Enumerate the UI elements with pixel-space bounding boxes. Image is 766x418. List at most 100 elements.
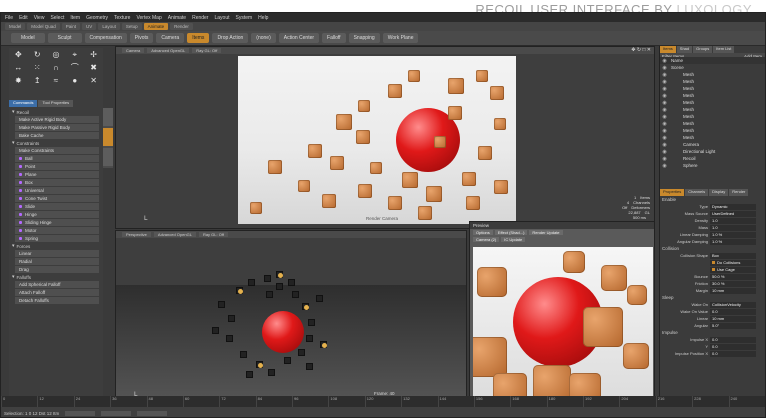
tree-item[interactable]: ◉ Mesh bbox=[660, 113, 765, 120]
drop-action-select[interactable]: (none) bbox=[251, 33, 276, 43]
prop-value-field[interactable]: 1.0 % bbox=[710, 231, 756, 238]
status-field-3[interactable] bbox=[137, 410, 168, 416]
viewport-raygl-tab[interactable]: Ray GL: Off bbox=[192, 48, 222, 53]
camera-toggle[interactable]: Camera bbox=[156, 33, 185, 43]
right-tab-items[interactable]: Items bbox=[660, 46, 676, 53]
tree-item[interactable]: ◉ Mesh bbox=[660, 85, 765, 92]
move-icon[interactable]: ✥ bbox=[11, 50, 25, 59]
status-field-2[interactable] bbox=[101, 410, 132, 416]
visibility-eye-icon[interactable]: ◉ bbox=[660, 135, 669, 141]
tree-item[interactable]: ◉ Directional Light bbox=[660, 148, 765, 155]
right-tab-item-list[interactable]: Item List bbox=[713, 46, 735, 53]
prop-value-field[interactable]: 0.0 bbox=[710, 350, 756, 357]
tab-tool-properties[interactable]: Tool Properties bbox=[38, 100, 74, 107]
viewport-shading-tab[interactable]: Advanced OpenGL bbox=[147, 48, 190, 53]
prop-value-field[interactable]: Box bbox=[710, 252, 756, 259]
prop-section-enable[interactable]: Enable bbox=[660, 196, 765, 203]
prop-section-collision[interactable]: Collision bbox=[660, 245, 765, 252]
layout-tab-render[interactable]: Render bbox=[170, 23, 193, 30]
right-tab-groups[interactable]: Groups bbox=[693, 46, 713, 53]
prop-tab-properties[interactable]: Properties bbox=[660, 189, 685, 196]
layout-tab-model-quad[interactable]: Model Quad bbox=[27, 23, 60, 30]
vertical-tab-2[interactable] bbox=[103, 128, 113, 146]
prop-value-field[interactable]: 1.0 bbox=[710, 217, 756, 224]
tab-commands[interactable]: Commands bbox=[9, 100, 38, 107]
preview-render-update-button[interactable]: Render Update bbox=[529, 230, 563, 235]
sculpt-button[interactable]: Sculpt bbox=[47, 33, 82, 43]
layout-tab-paint[interactable]: Paint bbox=[61, 23, 81, 30]
command-radial[interactable]: Radial bbox=[15, 258, 99, 265]
menu-help[interactable]: Help bbox=[258, 15, 268, 21]
menu-edit[interactable]: Edit bbox=[19, 15, 28, 21]
preview-camera-select[interactable]: Camera (2) bbox=[473, 237, 500, 242]
prop-value-field[interactable]: 1.0 % bbox=[710, 238, 756, 245]
menu-item[interactable]: Item bbox=[70, 15, 80, 21]
element-move-icon[interactable]: ✢ bbox=[87, 50, 101, 59]
status-field-1[interactable] bbox=[65, 410, 96, 416]
section-forces[interactable]: Forces bbox=[9, 243, 103, 249]
action-center-button[interactable]: Action Center bbox=[278, 33, 320, 43]
prop-value-field[interactable]: 0.0 bbox=[710, 336, 756, 343]
visibility-eye-icon[interactable]: ◉ bbox=[660, 128, 669, 134]
command-hinge[interactable]: Hinge bbox=[15, 211, 99, 218]
prop-value-field[interactable]: 1.0 bbox=[710, 224, 756, 231]
items-mode-button[interactable]: Items bbox=[187, 33, 210, 43]
section-constraints[interactable]: Constraints bbox=[9, 140, 103, 146]
prop-value-field[interactable]: Dynamic bbox=[710, 203, 756, 210]
scale-icon[interactable]: ◎ bbox=[49, 50, 63, 59]
command-make-passive-rigid-body[interactable]: Make Passive Rigid Body bbox=[15, 124, 99, 131]
visibility-eye-icon[interactable]: ◉ bbox=[660, 93, 669, 99]
menu-view[interactable]: View bbox=[34, 15, 45, 21]
layout-tab-animate[interactable]: Animate bbox=[143, 23, 169, 30]
tree-item[interactable]: ◉ Mesh bbox=[660, 120, 765, 127]
menu-geometry[interactable]: Geometry bbox=[86, 15, 108, 21]
menu-texture[interactable]: Texture bbox=[114, 15, 130, 21]
magnet-icon[interactable]: ∩ bbox=[49, 63, 63, 72]
prop-value-field[interactable]: 5.0° bbox=[710, 322, 756, 329]
jitter-icon[interactable]: ⁙ bbox=[30, 63, 44, 72]
perspective-viewport[interactable]: Perspective Advanced OpenGL Ray GL: Off … bbox=[115, 230, 467, 406]
layout-tab-layout[interactable]: Layout bbox=[98, 23, 120, 30]
prop-value-field[interactable]: CollisionVelocity bbox=[710, 301, 756, 308]
prop-value-field[interactable]: 30.0 % bbox=[710, 280, 756, 287]
visibility-eye-icon[interactable]: ◉ bbox=[660, 163, 669, 169]
tree-item[interactable]: ◉ Mesh bbox=[660, 78, 765, 85]
command-make-active-rigid-body[interactable]: Make Active Rigid Body bbox=[15, 116, 99, 123]
visibility-eye-icon[interactable]: ◉ bbox=[660, 142, 669, 148]
command-sliding-hinge[interactable]: Sliding Hinge bbox=[15, 219, 99, 226]
twist-icon[interactable]: ✖ bbox=[87, 63, 101, 72]
push-icon[interactable]: ↥ bbox=[30, 76, 44, 85]
command-add-spherical-falloff[interactable]: Add Spherical Falloff bbox=[15, 281, 99, 288]
prop-value-field[interactable]: 0.0 bbox=[710, 343, 756, 350]
command-motor[interactable]: Motor bbox=[15, 227, 99, 234]
prop-value-field[interactable]: 50.0 % bbox=[710, 273, 756, 280]
tree-item[interactable]: ◉ Mesh bbox=[660, 106, 765, 113]
viewport-camera-tab[interactable]: Camera bbox=[122, 48, 145, 53]
tree-item[interactable]: ◉ Scene bbox=[660, 64, 765, 71]
tree-item[interactable]: ◉ Camera bbox=[660, 141, 765, 148]
prop-value-field[interactable]: Do Collisions bbox=[710, 259, 756, 266]
prop-tab-channels[interactable]: Channels bbox=[685, 189, 709, 196]
sphere-icon[interactable]: ● bbox=[68, 76, 82, 85]
vertical-tab-1[interactable] bbox=[103, 108, 113, 126]
layout-tab-setup[interactable]: Setup bbox=[121, 23, 142, 30]
smooth-icon[interactable]: ≈ bbox=[49, 76, 63, 85]
menu-layout[interactable]: Layout bbox=[214, 15, 229, 21]
model-button[interactable]: Model bbox=[11, 33, 45, 43]
vortex-icon[interactable]: ✸ bbox=[11, 76, 25, 85]
tree-item[interactable]: ◉ Mesh bbox=[660, 127, 765, 134]
command-linear[interactable]: Linear bbox=[15, 250, 99, 257]
vertical-tab-3[interactable] bbox=[103, 148, 113, 166]
prop-tab-display[interactable]: Display bbox=[709, 189, 729, 196]
menu-file[interactable]: File bbox=[5, 15, 13, 21]
camera-viewport[interactable]: Camera Advanced OpenGL Ray GL: Off ✥ ↻ □… bbox=[115, 46, 655, 229]
viewport-nav-icons[interactable]: ✥ ↻ □ ✕ bbox=[631, 47, 651, 53]
menu-select[interactable]: Select bbox=[50, 15, 64, 21]
visibility-eye-icon[interactable]: ◉ bbox=[660, 100, 669, 106]
section-falloffs[interactable]: Falloffs bbox=[9, 274, 103, 280]
tree-item[interactable]: ◉ Mesh bbox=[660, 71, 765, 78]
stretch-icon[interactable]: ↔ bbox=[11, 63, 25, 72]
rotate-icon[interactable]: ↻ bbox=[30, 50, 44, 59]
command-box[interactable]: Box bbox=[15, 179, 99, 186]
falloff-button[interactable]: Falloff bbox=[322, 33, 346, 43]
